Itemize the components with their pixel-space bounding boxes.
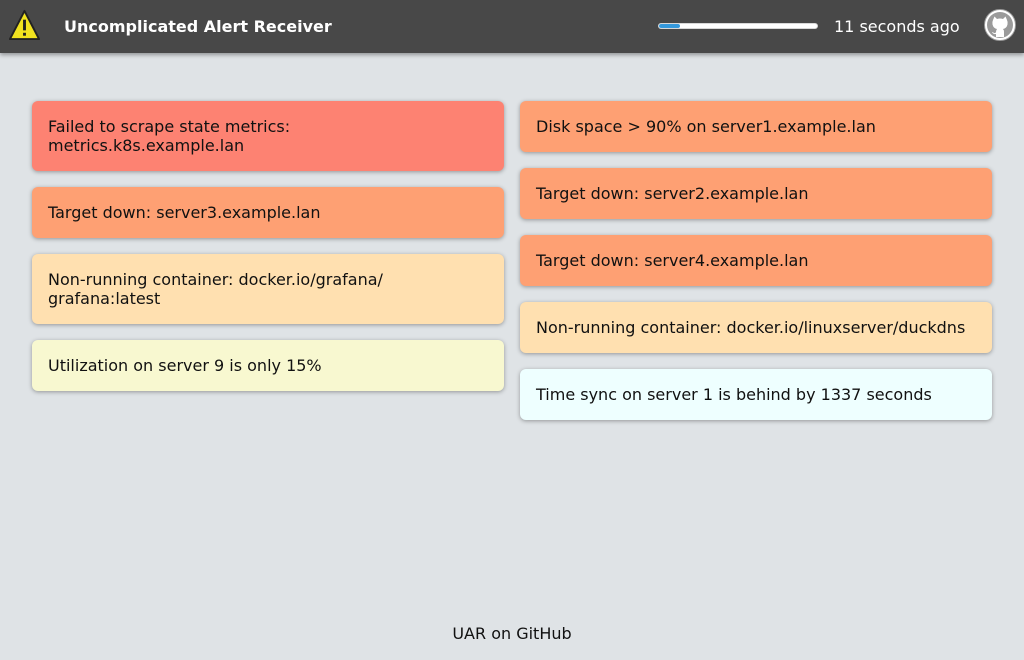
alert-card[interactable]: Target down: server3.example.lan <box>32 187 504 238</box>
warning-triangle-icon <box>8 9 41 41</box>
alert-card[interactable]: Non-running container: docker.io/linuxse… <box>520 302 992 353</box>
alerts-column-left: Failed to scrape state metrics: metrics.… <box>32 101 504 407</box>
alert-card[interactable]: Target down: server4.example.lan <box>520 235 992 286</box>
refresh-progress-bar <box>658 23 818 29</box>
alert-card[interactable]: Failed to scrape state metrics: metrics.… <box>32 101 504 171</box>
app-title: Uncomplicated Alert Receiver <box>64 17 332 36</box>
alerts-column-right: Disk space > 90% on server1.example.lan T… <box>520 101 992 436</box>
alert-card[interactable]: Target down: server2.example.lan <box>520 168 992 219</box>
github-footer-link[interactable]: UAR on GitHub <box>452 624 571 643</box>
alert-card[interactable]: Utilization on server 9 is only 15% <box>32 340 504 391</box>
alert-card[interactable]: Time sync on server 1 is behind by 1337 … <box>520 369 992 420</box>
footer: UAR on GitHub <box>0 624 1024 643</box>
last-updated-text: 11 seconds ago <box>834 17 960 36</box>
github-icon[interactable] <box>983 8 1017 42</box>
alert-card[interactable]: Non-running container: docker.io/grafana… <box>32 254 504 324</box>
refresh-progress-fill <box>659 24 680 28</box>
alert-card[interactable]: Disk space > 90% on server1.example.lan <box>520 101 992 152</box>
top-bar: Uncomplicated Alert Receiver 11 seconds … <box>0 0 1024 53</box>
